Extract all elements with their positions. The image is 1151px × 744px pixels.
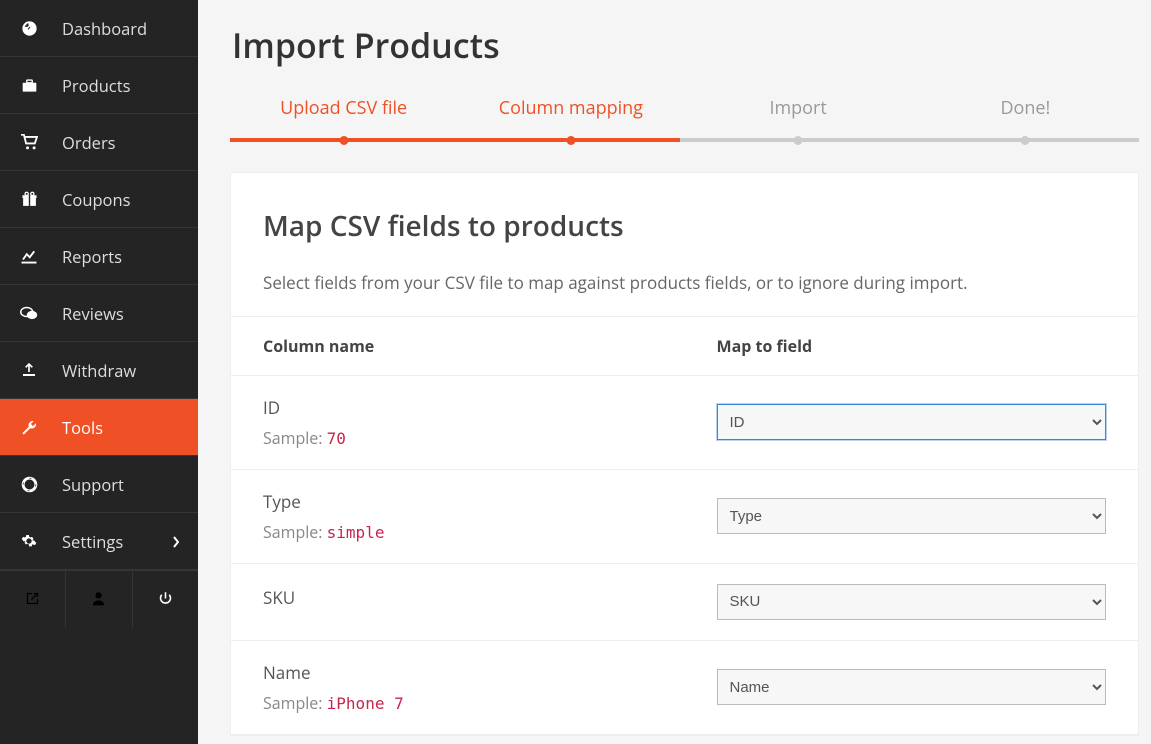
- sidebar-item-settings[interactable]: Settings: [0, 513, 198, 570]
- sidebar-item-label: Coupons: [62, 188, 130, 211]
- upload-icon: [18, 362, 40, 378]
- external-button[interactable]: [0, 571, 66, 628]
- power-button[interactable]: [133, 571, 198, 628]
- sidebar-item-label: Reports: [62, 245, 122, 268]
- sidebar-item-coupons[interactable]: Coupons: [0, 171, 198, 228]
- sample-value: 70: [327, 429, 346, 448]
- step-import[interactable]: Import: [685, 96, 912, 142]
- sidebar-item-dashboard[interactable]: Dashboard: [0, 0, 198, 57]
- column-name: ID: [263, 396, 653, 419]
- main-content: Import Products Upload CSV fileColumn ma…: [198, 0, 1151, 744]
- sidebar-item-label: Dashboard: [62, 17, 147, 40]
- step-done-[interactable]: Done!: [912, 96, 1139, 142]
- sidebar-item-label: Support: [62, 473, 124, 496]
- table-row: ID Sample: 70 ID: [231, 375, 1138, 469]
- sidebar-item-support[interactable]: Support: [0, 456, 198, 513]
- gift-icon: [18, 191, 40, 208]
- column-header-name: Column name: [231, 316, 685, 375]
- user-icon: [92, 589, 105, 611]
- card-subtext: Select fields from your CSV file to map …: [263, 269, 1106, 298]
- column-name: Name: [263, 661, 653, 684]
- comments-icon: [18, 306, 40, 321]
- chevron-right-icon: [172, 530, 180, 553]
- wrench-icon: [18, 419, 40, 436]
- column-name: Type: [263, 490, 653, 513]
- sample-text: Sample: 70: [263, 427, 653, 449]
- sidebar-item-label: Tools: [62, 416, 103, 439]
- map-field-select[interactable]: Type: [717, 498, 1107, 534]
- sidebar-item-label: Orders: [62, 131, 116, 154]
- map-field-select[interactable]: SKU: [717, 584, 1107, 620]
- sample-text: Sample: iPhone 7: [263, 692, 653, 714]
- external-icon: [25, 589, 40, 611]
- sidebar-item-reports[interactable]: Reports: [0, 228, 198, 285]
- sidebar-item-label: Withdraw: [62, 359, 136, 382]
- sidebar-item-label: Reviews: [62, 302, 124, 325]
- card-header: Map CSV fields to products Select fields…: [231, 173, 1138, 316]
- sidebar-item-tools[interactable]: Tools: [0, 399, 198, 456]
- table-row: Name Sample: iPhone 7 Name: [231, 640, 1138, 734]
- table-row: Type Sample: simple Type: [231, 469, 1138, 563]
- progress-steps: Upload CSV fileColumn mappingImportDone!: [230, 96, 1139, 142]
- sample-value: simple: [327, 523, 385, 542]
- table-row: SKU SKU: [231, 563, 1138, 640]
- column-name: SKU: [263, 586, 653, 609]
- sidebar-item-withdraw[interactable]: Withdraw: [0, 342, 198, 399]
- step-column-mapping[interactable]: Column mapping: [457, 96, 684, 142]
- mapping-table: Column name Map to field ID Sample: 70 ID T…: [231, 316, 1138, 735]
- power-icon: [158, 589, 173, 611]
- sidebar-item-orders[interactable]: Orders: [0, 114, 198, 171]
- column-header-map: Map to field: [685, 316, 1139, 375]
- lifebuoy-icon: [18, 476, 40, 493]
- step-upload-csv-file[interactable]: Upload CSV file: [230, 96, 457, 142]
- sidebar-item-label: Settings: [62, 530, 123, 553]
- sidebar-item-reviews[interactable]: Reviews: [0, 285, 198, 342]
- sidebar-bottom-row: [0, 570, 198, 628]
- user-button[interactable]: [66, 571, 132, 628]
- briefcase-icon: [18, 78, 40, 93]
- page-title: Import Products: [232, 22, 1151, 68]
- gear-icon: [18, 533, 40, 549]
- mapping-card: Map CSV fields to products Select fields…: [230, 172, 1139, 736]
- card-heading: Map CSV fields to products: [263, 207, 1106, 245]
- cart-icon: [18, 134, 40, 150]
- sidebar-item-label: Products: [62, 74, 130, 97]
- sample-value: iPhone 7: [327, 694, 404, 713]
- sample-text: Sample: simple: [263, 521, 653, 543]
- map-field-select[interactable]: ID: [717, 404, 1107, 440]
- map-field-select[interactable]: Name: [717, 669, 1107, 705]
- chart-icon: [18, 249, 40, 264]
- sidebar: Dashboard Products Orders Coupons Reports Rev…: [0, 0, 198, 744]
- dashboard-icon: [18, 20, 40, 37]
- sidebar-item-products[interactable]: Products: [0, 57, 198, 114]
